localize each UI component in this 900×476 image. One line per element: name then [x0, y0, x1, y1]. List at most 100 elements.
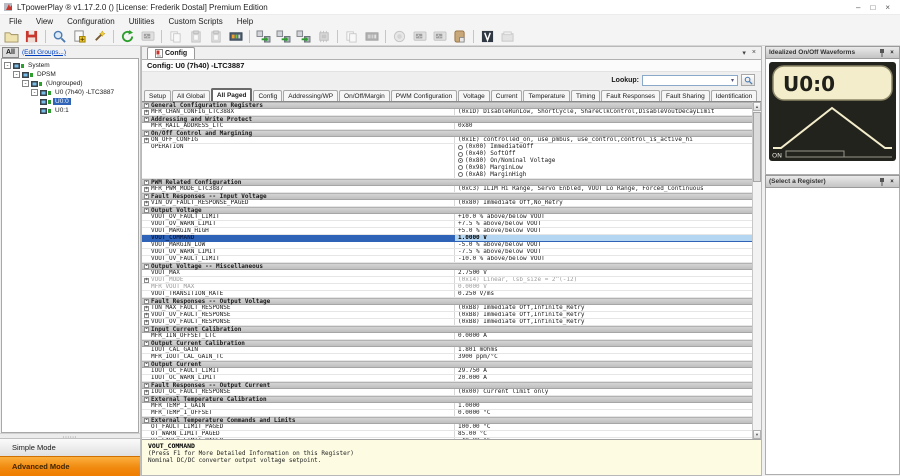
register-detail-panel-close-icon[interactable]: ×: [888, 179, 896, 185]
tree-collapse-icon[interactable]: -: [22, 80, 29, 87]
tab-menu-button[interactable]: ▾: [742, 49, 746, 57]
close-button[interactable]: ×: [885, 3, 890, 12]
minimize-button[interactable]: –: [856, 3, 860, 12]
section-row-pwm-related-configuration[interactable]: -PWM Related Configuration: [142, 179, 752, 186]
expand-icon[interactable]: +: [144, 278, 149, 283]
tab-close-button[interactable]: ×: [752, 49, 756, 57]
tree-collapse-icon[interactable]: -: [4, 62, 11, 69]
tree-collapse-icon[interactable]: -: [13, 71, 20, 78]
menu-help[interactable]: Help: [230, 17, 260, 26]
subtab-identification[interactable]: Identification: [711, 90, 758, 101]
section-row-fault-responses-output-current[interactable]: -Fault Responses -- Output Current: [142, 382, 752, 389]
register-value[interactable]: 85.00 °C: [455, 431, 752, 437]
advanced-mode-button[interactable]: Advanced Mode: [0, 456, 140, 476]
tree-node-u0-1[interactable]: U0:1: [2, 106, 138, 115]
menu-view[interactable]: View: [29, 17, 60, 26]
register-row-mfr-pwm-mode-ltc3887[interactable]: +MFR_PWM_MODE_LTC3887(0xC3) ILIM Hi Rang…: [142, 186, 752, 193]
menu-custom-scripts[interactable]: Custom Scripts: [161, 17, 229, 26]
simple-mode-button[interactable]: Simple Mode: [0, 438, 140, 456]
register-value[interactable]: -10.0 % above/below VOUT: [455, 256, 752, 262]
register-row-vout-ov-fault-response[interactable]: +VOUT_OV_FAULT_RESPONSE(0xB8) Immediate …: [142, 319, 752, 326]
register-row-on-off-config[interactable]: +ON_OFF_CONFIG(0x1E) controlled_on, use_…: [142, 137, 752, 144]
register-row-iout-oc-warn-limit[interactable]: IOUT_OC_WARN_LIMIT20.000 A: [142, 375, 752, 382]
register-row-mfr-temp-1-offset[interactable]: MFR_TEMP_1_OFFSET0.0000 °C: [142, 410, 752, 417]
register-row-mfr-iin-offset-ltc[interactable]: MFR_IIN_OFFSET_LTC0.0000 A: [142, 333, 752, 340]
register-value[interactable]: (0xC3) ILIM Hi Range, Servo Enbled, VOUT…: [455, 186, 752, 192]
subtab-fault-responses[interactable]: Fault Responses: [601, 90, 660, 101]
section-row-external-temperature-commands-and-limits[interactable]: -External Temperature Commands and Limit…: [142, 417, 752, 424]
section-row-external-temperature-calibration[interactable]: -External Temperature Calibration: [142, 396, 752, 403]
register-value[interactable]: -5.0 % above/below VOUT: [455, 242, 752, 248]
register-value[interactable]: 1.0000: [455, 403, 752, 409]
ram-registers-icon[interactable]: [226, 29, 245, 45]
register-row-vout-uv-fault-limit[interactable]: VOUT_UV_FAULT_LIMIT-10.0 % above/below V…: [142, 256, 752, 263]
radio-button[interactable]: [458, 165, 463, 170]
subtab-fault-sharing[interactable]: Fault Sharing: [661, 90, 710, 101]
register-value[interactable]: -7.5 % above/below VOUT: [455, 249, 752, 255]
radio-button[interactable]: [458, 145, 463, 150]
register-row-iout-cal-gain[interactable]: IOUT_CAL_GAIN1.801 mOhms: [142, 347, 752, 354]
subtab-on-off-margin[interactable]: On/Off/Margin: [339, 90, 390, 101]
collapse-icon[interactable]: -: [144, 362, 149, 367]
menu-file[interactable]: File: [2, 17, 29, 26]
register-row-vout-margin-low[interactable]: VOUT_MARGIN_LOW-5.0 % above/below VOUT: [142, 242, 752, 249]
fault-log-icon[interactable]: [450, 29, 469, 45]
subtab-all-global[interactable]: All Global: [172, 90, 210, 101]
subtab-voltage[interactable]: Voltage: [458, 90, 490, 101]
register-row-ot-warn-limit-paged[interactable]: OT_WARN_LIMIT_PAGED85.00 °C: [142, 431, 752, 438]
verify-icon[interactable]: [478, 29, 497, 45]
register-row-vout-max[interactable]: VOUT_MAX2.7500 V: [142, 270, 752, 277]
register-value[interactable]: 0x80: [455, 123, 752, 129]
wizard-icon[interactable]: [90, 29, 109, 45]
register-value[interactable]: 1.0000 V: [455, 235, 752, 241]
register-value[interactable]: 0.0000 A: [455, 333, 752, 339]
register-row-vout-ov-warn-limit[interactable]: VOUT_OV_WARN_LIMIT+7.5 % above/below VOU…: [142, 221, 752, 228]
expand-icon[interactable]: +: [144, 390, 149, 395]
subtab-timing[interactable]: Timing: [571, 90, 600, 101]
pin-icon[interactable]: [878, 49, 886, 57]
open-file-icon[interactable]: [2, 29, 21, 45]
pc-to-ram-icon[interactable]: [254, 29, 273, 45]
register-value[interactable]: (0x1E) controlled_on, use_pmbus, use_con…: [455, 137, 752, 143]
register-value[interactable]: 0.0000 °C: [455, 410, 752, 416]
expand-icon[interactable]: +: [144, 138, 149, 143]
lookup-input[interactable]: ▾: [642, 75, 738, 86]
register-row-ton-max-fault-response[interactable]: +TON_MAX_FAULT_RESPONSE(0xB8) Immediate …: [142, 305, 752, 312]
register-value[interactable]: (0x00) Current limit only: [455, 389, 752, 395]
collapse-icon[interactable]: -: [144, 327, 149, 332]
menu-configuration[interactable]: Configuration: [60, 17, 122, 26]
register-row-vout-mode[interactable]: +VOUT_MODE(0x14) Linear, lsb_size = 2^(-…: [142, 277, 752, 284]
register-value[interactable]: +7.5 % above/below VOUT: [455, 221, 752, 227]
register-value[interactable]: 29.750 A: [455, 368, 752, 374]
register-row-vout-uv-warn-limit[interactable]: VOUT_UV_WARN_LIMIT-7.5 % above/below VOU…: [142, 249, 752, 256]
pin-icon[interactable]: [878, 178, 886, 186]
save-icon[interactable]: [22, 29, 41, 45]
group-tab-all[interactable]: All: [2, 47, 19, 58]
register-value[interactable]: 2.7500 V: [455, 270, 752, 276]
register-value[interactable]: (0xB8) Immediate Off,Infinite_Retry: [455, 305, 752, 311]
section-row-fault-responses-output-voltage[interactable]: -Fault Responses -- Output Voltage: [142, 298, 752, 305]
register-row-vout-ov-fault-limit[interactable]: VOUT_OV_FAULT_LIMIT+10.0 % above/below V…: [142, 214, 752, 221]
register-value[interactable]: (0x14) Linear, lsb_size = 2^(-12): [455, 277, 752, 283]
register-row-iout-oc-fault-response[interactable]: +IOUT_OC_FAULT_RESPONSE(0x00) Current li…: [142, 389, 752, 396]
register-value[interactable]: 20.000 A: [455, 375, 752, 381]
collapse-icon[interactable]: -: [144, 264, 149, 269]
collapse-icon[interactable]: -: [144, 180, 149, 185]
section-row-addressing-and-write-protect[interactable]: -Addressing and Write Protect: [142, 116, 752, 123]
collapse-icon[interactable]: -: [144, 103, 149, 108]
register-value[interactable]: (0xB8) Immediate Off,Infinite_Retry: [455, 312, 752, 318]
register-row-mfr-rail-address-ltc[interactable]: MFR_RAIL_ADDRESS_LTC0x80: [142, 123, 752, 130]
nvm-to-ram-icon[interactable]: [294, 29, 313, 45]
maximize-button[interactable]: □: [870, 3, 875, 12]
register-row-mfr-iout-cal-gain-tc[interactable]: MFR_IOUT_CAL_GAIN_TC3900 ppm/°C: [142, 354, 752, 361]
register-row-operation[interactable]: OPERATION(0x00) ImmediateOff(0x40) SoftO…: [142, 144, 752, 179]
tree-node-u0-7h40-ltc3887[interactable]: -U0 (7h40) -LTC3887: [2, 88, 138, 97]
register-value[interactable]: +5.0 % above/below VOUT: [455, 228, 752, 234]
expand-icon[interactable]: +: [144, 313, 149, 318]
subtab-temperature[interactable]: Temperature: [523, 90, 570, 101]
register-row-vout-command[interactable]: VOUT_COMMAND1.0000 V: [142, 235, 752, 242]
subtab-all-paged[interactable]: All Paged: [211, 88, 253, 101]
register-row-ot-fault-limit-paged[interactable]: OT_FAULT_LIMIT_PAGED100.00 °C: [142, 424, 752, 431]
refresh-all-icon[interactable]: [118, 29, 137, 45]
register-value[interactable]: 0.250 V/ms: [455, 291, 752, 297]
